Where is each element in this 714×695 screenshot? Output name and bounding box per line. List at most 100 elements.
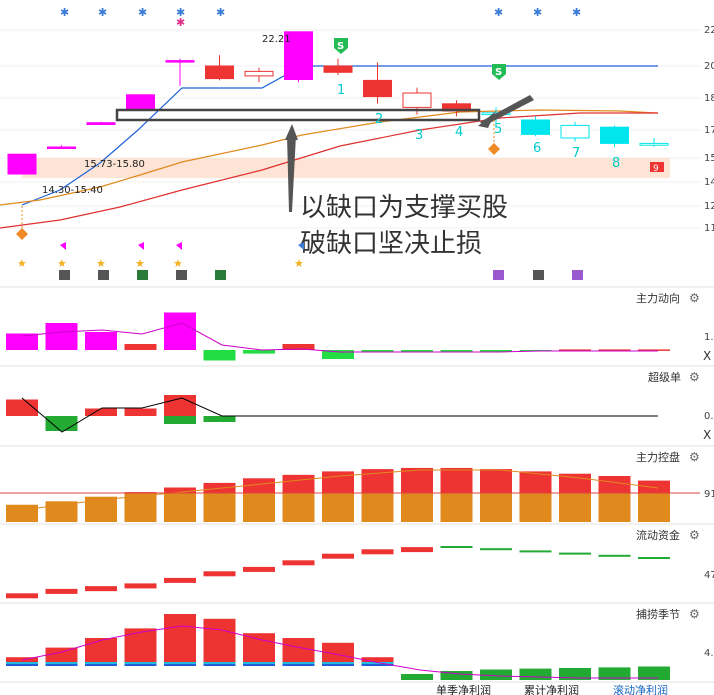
indicator-bar [361,493,394,522]
indicator-panel-season [6,614,670,680]
indicator-bar [282,493,315,522]
number-label: 3 [415,128,423,143]
indicator-bar [361,549,394,555]
indicator-bar [322,493,354,522]
gear-icon[interactable]: ⚙ [689,370,700,384]
gear-icon[interactable]: ⚙ [689,291,700,305]
indicator-bar [124,344,157,350]
indicator-bar [480,493,512,522]
indicator-bar [124,408,157,416]
price-tick: 18 [704,93,714,104]
star-icon: ★ [57,257,67,270]
indicator-bar [322,553,354,559]
indicator-bar [440,546,473,548]
star-icon: ✱ [494,6,503,19]
candle-body [244,70,274,77]
indicator-bar [401,674,433,680]
price-tick: 20 [704,61,714,72]
indicator-bar-base [243,662,275,664]
candles [7,31,669,175]
panel-title: 主力动向 [636,291,680,305]
gear-icon[interactable]: ⚙ [689,450,700,464]
note-icon [176,270,187,280]
star-icon: ★ [294,257,304,270]
panel-titles: 主力动向 超级单 主力控盘 流动资金 捕捞季节 [636,291,681,621]
gap1-label: 14.30-15.40 [42,185,103,196]
high-price-label: 22.21 [262,34,291,45]
indicator-bar-base [45,664,78,666]
star-icon: ★ [173,257,183,270]
note-icon [572,270,583,280]
indicator-bar [85,638,117,662]
panel-settings[interactable]: ⚙ ⚙ ⚙ ⚙ ⚙ [689,291,700,621]
indicator-bar [164,416,196,424]
gear-icon[interactable]: ⚙ [689,607,700,621]
note-icon [215,270,226,280]
indicator-bar [638,480,670,493]
flag-icon [176,242,182,250]
price-tick: 17 [704,125,714,136]
star-icon: ✱ [60,6,69,19]
indicator-bar [45,588,78,594]
indicator-bar [85,586,117,592]
indicator-bar [401,547,433,553]
indicator-bar [243,350,275,354]
indicator-bar-base [164,662,196,664]
indicator-bar [401,467,433,493]
indicator-panel-liquidity [6,546,670,599]
indicator-bar-base [203,662,236,664]
indicator-bar-base [243,664,275,666]
indicator-bar [243,493,275,522]
number-label: 5 [494,122,502,137]
gear-icon[interactable]: ⚙ [689,528,700,542]
indicator-bar [480,548,512,551]
indicator-bar [203,618,236,662]
indicator-bar-base [45,662,78,664]
indicator-bar [401,350,433,352]
indicator-bar [45,416,78,431]
star-icon: ✱ [533,6,542,19]
indicator-bar [164,493,196,522]
indicator-bar [519,493,552,522]
indicator-bar [203,350,236,361]
bottom-tabs[interactable]: 单季净利润 累计净利润 滚动净利润 [436,683,668,695]
indicator-bar [440,467,473,493]
number-label: 1 [337,83,345,98]
flag-icon [60,242,66,250]
svg-text:9: 9 [653,164,659,174]
tab-cumulative-profit[interactable]: 累计净利润 [524,683,579,695]
tab-quarterly-profit[interactable]: 单季净利润 [436,683,491,695]
indicator-bar [203,416,236,422]
diamond-icon [488,143,500,155]
candle-body [47,146,76,149]
indicator-bar [322,471,354,493]
indicator-bar [598,493,631,522]
star-icon: ✱ [216,6,225,19]
number-label: 6 [533,141,541,156]
note-icon [59,270,70,280]
price-axis: 22 20 18 17 15 14 12 11 [704,25,714,234]
star-icon: ✱ [138,6,147,19]
indicator-bar [203,571,236,577]
annotation-line-1: 以缺口为支撑买股 [300,193,508,223]
svg-text:S: S [337,41,344,52]
price-tick: 11 [704,223,714,234]
indicator-bar [519,550,552,553]
indicator-bar-base [85,662,117,664]
indicator-bar-base [85,664,117,666]
indicator-bar [6,593,38,599]
indicator-bar [243,633,275,662]
indicator-bar [559,552,591,555]
note-icon [137,270,148,280]
indicator-bar-base [164,664,196,666]
candle-body [126,94,155,110]
panel-tick: 0. [704,411,714,422]
indicator-bar [598,554,631,557]
gap-highlight-box [115,108,481,122]
candle-body [323,65,353,73]
candle-body [521,119,550,135]
indicator-bar [45,501,78,522]
close-icon: X [703,428,711,442]
candle-body [639,142,669,146]
tab-rolling-profit[interactable]: 滚动净利润 [613,683,668,695]
